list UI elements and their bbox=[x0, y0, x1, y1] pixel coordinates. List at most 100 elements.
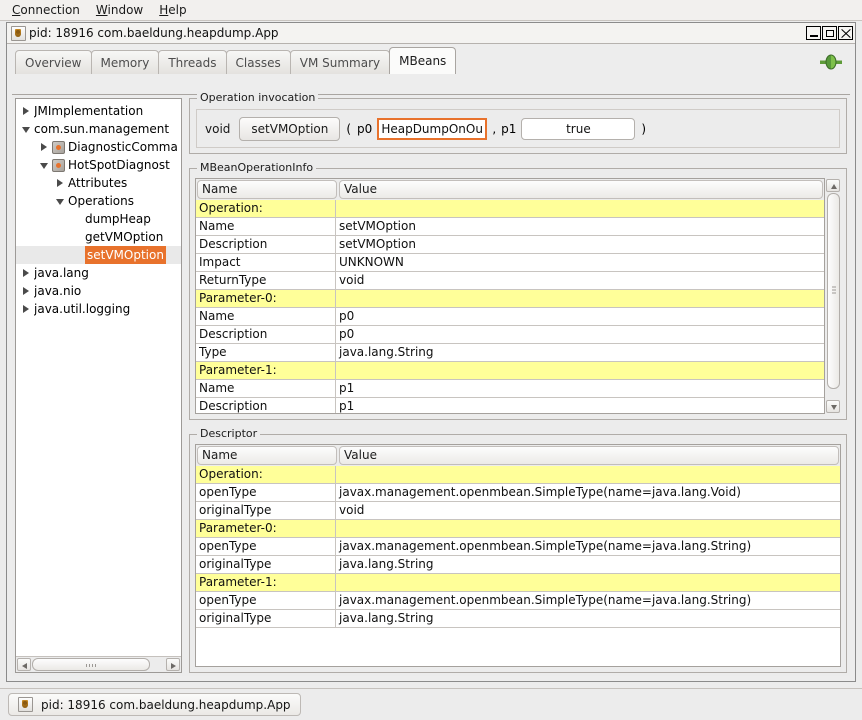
tree-node-dumpheap[interactable]: dumpHeap bbox=[16, 210, 181, 228]
connection-status-chip[interactable]: pid: 18916 com.baeldung.heapdump.App bbox=[8, 693, 301, 716]
table-cell-value: p1 bbox=[336, 380, 824, 397]
mbean-icon bbox=[52, 159, 65, 172]
table-cell-name: Impact bbox=[196, 254, 336, 271]
tree-node-label: setVMOption bbox=[85, 246, 166, 264]
scroll-right-arrow-icon[interactable] bbox=[166, 658, 180, 671]
table-cell-name: originalType bbox=[196, 556, 336, 573]
chevron-right-icon[interactable] bbox=[56, 179, 65, 188]
tree-horizontal-scrollbar[interactable] bbox=[16, 656, 181, 672]
table-row[interactable]: Parameter-0: bbox=[196, 290, 824, 308]
scroll-left-arrow-icon[interactable] bbox=[17, 658, 31, 671]
table-cell-value: java.lang.String bbox=[336, 556, 840, 573]
table-cell-value: UNKNOWN bbox=[336, 254, 824, 271]
scroll-track[interactable] bbox=[827, 193, 840, 399]
tab-threads[interactable]: Threads bbox=[158, 50, 226, 74]
tree-node-setvmoption[interactable]: setVMOption bbox=[16, 246, 181, 264]
tree-node-label: JMImplementation bbox=[34, 102, 143, 120]
tree-node-java-lang[interactable]: java.lang bbox=[16, 264, 181, 282]
tree-node-getvmoption[interactable]: getVMOption bbox=[16, 228, 181, 246]
tab-mbeans[interactable]: MBeans bbox=[389, 47, 456, 74]
table-row[interactable]: originalTypejava.lang.String bbox=[196, 556, 840, 574]
mbean-tree[interactable]: JMImplementation com.sun.management Diag… bbox=[16, 99, 181, 656]
operation-info-table-header: Name Value bbox=[196, 179, 824, 200]
scroll-track[interactable] bbox=[32, 658, 165, 671]
maximize-button[interactable] bbox=[822, 26, 837, 40]
table-cell-name: openType bbox=[196, 484, 336, 501]
split-divider[interactable] bbox=[182, 98, 189, 673]
table-row[interactable]: Typejava.lang.String bbox=[196, 344, 824, 362]
table-row[interactable]: originalTypejava.lang.String bbox=[196, 610, 840, 628]
tree-node-label: HotSpotDiagnost bbox=[68, 156, 170, 174]
chevron-down-icon[interactable] bbox=[22, 125, 31, 134]
param-p0-input[interactable] bbox=[377, 118, 487, 140]
table-row[interactable]: originalTypevoid bbox=[196, 502, 840, 520]
column-header-value[interactable]: Value bbox=[339, 446, 839, 465]
table-row[interactable]: Namep0 bbox=[196, 308, 824, 326]
tree-node-operations[interactable]: Operations bbox=[16, 192, 181, 210]
operation-info-table-wrap: Name Value Operation:NamesetVMOptionDesc… bbox=[195, 178, 841, 414]
table-row[interactable]: Descriptionp0 bbox=[196, 326, 824, 344]
scroll-up-arrow-icon[interactable] bbox=[826, 179, 840, 192]
table-row[interactable]: NamesetVMOption bbox=[196, 218, 824, 236]
chevron-right-icon[interactable] bbox=[22, 287, 31, 296]
table-row[interactable]: openTypejavax.management.openmbean.Simpl… bbox=[196, 592, 840, 610]
tab-vm-summary[interactable]: VM Summary bbox=[290, 50, 390, 74]
scroll-down-arrow-icon[interactable] bbox=[826, 400, 840, 413]
param-p1-input[interactable] bbox=[521, 118, 635, 140]
chevron-right-icon[interactable] bbox=[22, 269, 31, 278]
scroll-thumb[interactable] bbox=[827, 193, 840, 389]
table-row[interactable]: Parameter-0: bbox=[196, 520, 840, 538]
table-cell-value: javax.management.openmbean.SimpleType(na… bbox=[336, 538, 840, 555]
column-header-name[interactable]: Name bbox=[197, 180, 337, 199]
table-cell-name: Description bbox=[196, 398, 336, 413]
invoke-operation-button[interactable]: setVMOption bbox=[239, 117, 340, 141]
table-row[interactable]: ImpactUNKNOWN bbox=[196, 254, 824, 272]
chevron-right-icon[interactable] bbox=[40, 143, 49, 152]
table-row[interactable]: openTypejavax.management.openmbean.Simpl… bbox=[196, 538, 840, 556]
menu-window[interactable]: Window bbox=[88, 1, 151, 19]
statusbar: pid: 18916 com.baeldung.heapdump.App bbox=[0, 688, 862, 720]
menu-help[interactable]: Help bbox=[151, 1, 194, 19]
table-row[interactable]: Parameter-1: bbox=[196, 362, 824, 380]
chevron-down-icon[interactable] bbox=[40, 161, 49, 170]
split-pane: JMImplementation com.sun.management Diag… bbox=[15, 98, 847, 673]
close-button[interactable] bbox=[838, 26, 853, 40]
tree-node-diagnosticcommand[interactable]: DiagnosticComma bbox=[16, 138, 181, 156]
table-row[interactable]: DescriptionsetVMOption bbox=[196, 236, 824, 254]
chevron-right-icon[interactable] bbox=[22, 305, 31, 314]
tree-node-jmimplementation[interactable]: JMImplementation bbox=[16, 102, 181, 120]
operation-info-vertical-scrollbar[interactable] bbox=[825, 178, 841, 414]
minimize-button[interactable] bbox=[806, 26, 821, 40]
table-cell-name: originalType bbox=[196, 610, 336, 627]
tab-memory[interactable]: Memory bbox=[91, 50, 160, 74]
table-cell-value: javax.management.openmbean.SimpleType(na… bbox=[336, 592, 840, 609]
table-cell-name: Parameter-1: bbox=[196, 574, 336, 591]
table-row[interactable]: ReturnTypevoid bbox=[196, 272, 824, 290]
tree-node-java-util-logging[interactable]: java.util.logging bbox=[16, 300, 181, 318]
table-row[interactable]: Parameter-1: bbox=[196, 574, 840, 592]
return-type-label: void bbox=[205, 122, 230, 136]
chevron-down-icon[interactable] bbox=[56, 197, 65, 206]
tab-overview[interactable]: Overview bbox=[15, 50, 92, 74]
tree-node-com-sun-management[interactable]: com.sun.management bbox=[16, 120, 181, 138]
chevron-right-icon[interactable] bbox=[22, 107, 31, 116]
tab-classes[interactable]: Classes bbox=[226, 50, 291, 74]
table-row[interactable]: Operation: bbox=[196, 200, 824, 218]
window-titlebar[interactable]: pid: 18916 com.baeldung.heapdump.App bbox=[7, 23, 855, 44]
column-header-value[interactable]: Value bbox=[339, 180, 823, 199]
column-header-name[interactable]: Name bbox=[197, 446, 337, 465]
scroll-thumb[interactable] bbox=[32, 658, 150, 671]
descriptor-scrollport: Name Value Operation:openTypejavax.manag… bbox=[195, 444, 841, 667]
table-row[interactable]: Namep1 bbox=[196, 380, 824, 398]
table-row[interactable]: Operation: bbox=[196, 466, 840, 484]
tree-node-label: java.nio bbox=[34, 282, 81, 300]
table-row[interactable]: Descriptionp1 bbox=[196, 398, 824, 413]
descriptor-panel: Descriptor Name Value Operation:openType… bbox=[189, 434, 847, 673]
connection-status-label: pid: 18916 com.baeldung.heapdump.App bbox=[41, 698, 291, 712]
tree-node-attributes[interactable]: Attributes bbox=[16, 174, 181, 192]
menu-connection[interactable]: Connection bbox=[4, 1, 88, 19]
table-row[interactable]: openTypejavax.management.openmbean.Simpl… bbox=[196, 484, 840, 502]
tree-node-java-nio[interactable]: java.nio bbox=[16, 282, 181, 300]
tree-node-hotspotdiagnostic[interactable]: HotSpotDiagnost bbox=[16, 156, 181, 174]
jconsole-window: pid: 18916 com.baeldung.heapdump.App Ove… bbox=[6, 22, 856, 682]
